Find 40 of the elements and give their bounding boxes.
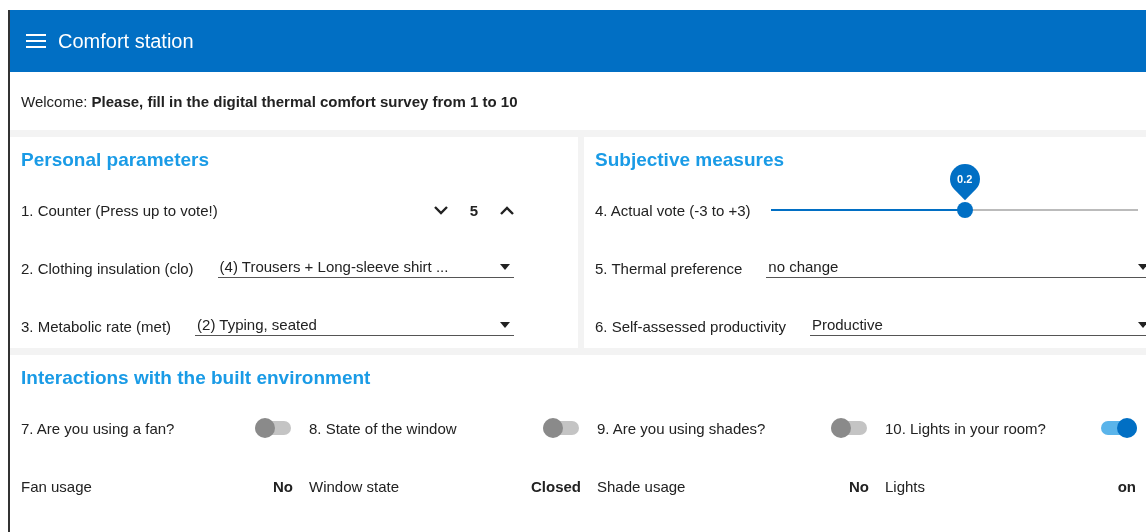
section-title: Subjective measures: [595, 149, 785, 170]
field-label: 1. Counter (Press up to vote!): [21, 201, 218, 219]
readout-value: No: [273, 477, 293, 495]
counter-value: 5: [468, 201, 480, 219]
question-label: 7. Are you using a fan?: [21, 419, 175, 437]
welcome-message: Welcome: Please, fill in the digital thermal comfort survey from 1 to 10: [21, 92, 518, 110]
readout-label: Window state: [309, 477, 400, 495]
chevron-down-icon: [434, 205, 448, 215]
readout-label: Shade usage: [597, 477, 686, 495]
caret-icon: [1138, 263, 1146, 270]
readout-value: No: [849, 477, 869, 495]
app-title: Comfort station: [58, 29, 194, 53]
toggle-switch[interactable]: [831, 421, 867, 435]
dropdown-select[interactable]: (2) Typing, seated: [195, 316, 514, 336]
dropdown-select[interactable]: (4) Trousers + Long-sleeve shirt ...: [217, 258, 514, 278]
caret-icon: [500, 263, 510, 270]
field-label: 5. Thermal preference: [595, 259, 743, 277]
toggle-switch[interactable]: [255, 421, 291, 435]
dropdown-select[interactable]: no change: [766, 258, 1146, 278]
caret-icon: [1138, 321, 1146, 328]
field-label: 2. Clothing insulation (clo): [21, 259, 194, 277]
readout-label: Fan usage: [21, 477, 92, 495]
readout-value: Closed: [531, 477, 581, 495]
readout-value: on: [1117, 477, 1136, 495]
chevron-up-icon: [500, 205, 514, 215]
caret-icon: [500, 321, 510, 328]
section-title: Personal parameters: [21, 149, 209, 170]
toggle-switch[interactable]: [1101, 421, 1137, 435]
dropdown-select[interactable]: Productive: [809, 316, 1146, 336]
menu-icon[interactable]: [26, 33, 46, 49]
toggle-switch[interactable]: [543, 421, 579, 435]
question-label: 10. Lights in your room?: [885, 419, 1046, 437]
field-label: 4. Actual vote (-3 to +3): [595, 201, 751, 219]
field-label: 6. Self-assessed productivity: [595, 317, 786, 335]
section-title: Interactions with the built environment: [21, 367, 371, 388]
readout-label: Lights: [885, 477, 926, 495]
question-label: 9. Are you using shades?: [597, 419, 766, 437]
slider-thumb[interactable]: [957, 202, 974, 218]
question-label: 8. State of the window: [309, 419, 457, 437]
field-label: 3. Metabolic rate (met): [21, 317, 172, 335]
